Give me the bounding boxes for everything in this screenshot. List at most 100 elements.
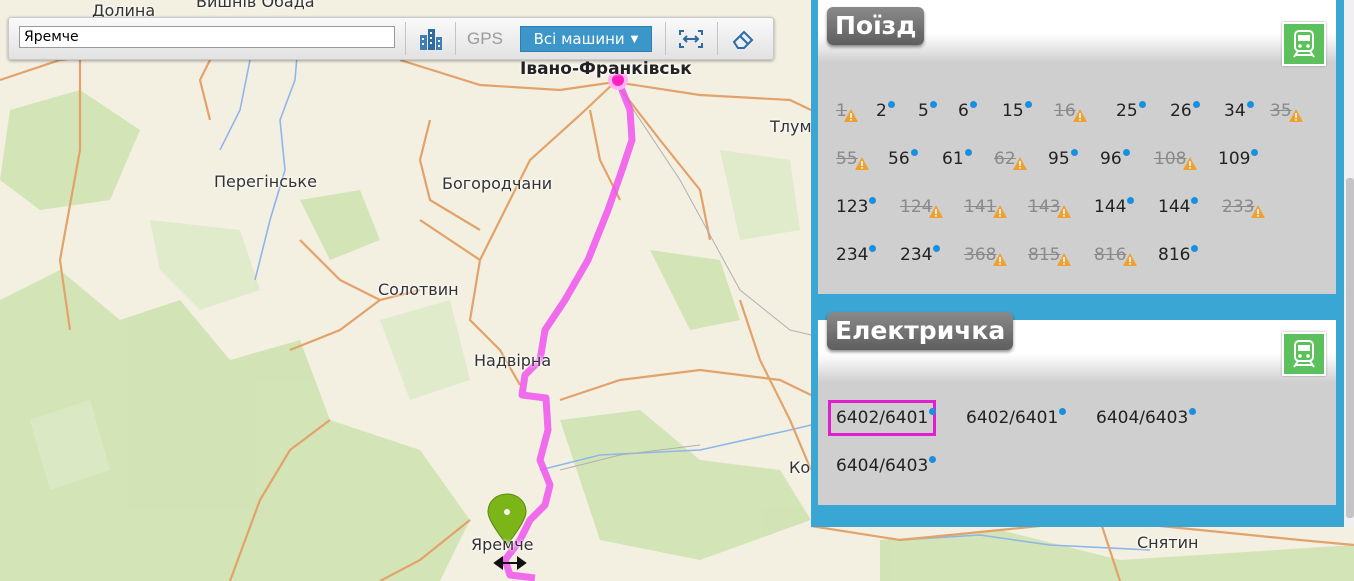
route-item[interactable]: 368 (964, 245, 1007, 266)
all-machines-dropdown[interactable]: Всі машини ▼ (520, 26, 652, 52)
status-dot-icon (869, 245, 876, 252)
route-item[interactable]: 95 (1048, 149, 1078, 169)
map-label-ko: Ко (789, 458, 811, 477)
route-number: 6 (958, 101, 969, 121)
toolbar-divider (717, 22, 718, 55)
buildings-icon (420, 28, 442, 50)
warning-icon (1057, 253, 1071, 266)
route-item[interactable]: 6 (958, 101, 977, 121)
route-item[interactable]: 124 (900, 197, 943, 218)
route-number: 6402/6401 (836, 408, 929, 428)
map-toolbar: GPS Всі машини ▼ (8, 17, 774, 60)
route-number: 816 (1094, 245, 1127, 265)
route-number: 61 (942, 149, 964, 169)
route-item[interactable]: 143 (1028, 197, 1071, 218)
route-item[interactable]: 15 (1002, 101, 1032, 121)
route-item[interactable]: 62 (994, 149, 1027, 170)
route-number: 141 (964, 197, 997, 217)
route-item[interactable]: 25 (1116, 101, 1146, 121)
route-number: 143 (1028, 197, 1061, 217)
map-label-ivano-frankivsk: Івано-Франківськ (520, 59, 692, 79)
warning-icon (1073, 109, 1087, 122)
warning-icon (1251, 205, 1265, 218)
train-section: Поїзд 1 2 5 6 15 16 25 26 34 35 55 56 61 62 95 96 108 109… (818, 0, 1336, 294)
train-type-button[interactable] (1282, 22, 1326, 66)
route-number: 124 (900, 197, 933, 217)
route-number: 6404/6403 (1096, 408, 1189, 428)
map-label-yaremche: Яремче (471, 535, 534, 554)
route-item[interactable]: 6404/6403 (836, 456, 936, 476)
gps-label: GPS (467, 28, 503, 48)
route-item[interactable]: 108 (1154, 149, 1197, 170)
toolbar-divider (455, 22, 456, 55)
status-dot-icon (1193, 101, 1200, 108)
route-number: 2 (876, 101, 887, 121)
route-number: 108 (1154, 149, 1187, 169)
route-item[interactable]: 233 (1222, 197, 1265, 218)
route-item[interactable]: 56 (888, 149, 918, 169)
route-item[interactable]: 16 (1054, 101, 1087, 122)
map-label-bohorodchany: Богородчани (442, 174, 553, 193)
route-item[interactable]: 144 (1094, 197, 1134, 217)
warning-icon (1123, 253, 1137, 266)
panel-scrollbar-thumb[interactable] (1346, 178, 1354, 518)
route-item[interactable]: 109 (1218, 149, 1258, 169)
warning-icon (1183, 157, 1197, 170)
elektrychka-section: Електричка 6402/6401 6402/6401 6404/6403 64… (818, 312, 1336, 505)
route-number: 34 (1224, 101, 1246, 121)
warning-icon (844, 109, 858, 122)
status-dot-icon (1059, 408, 1066, 415)
train-icon (1293, 340, 1315, 368)
route-item[interactable]: 2 (876, 101, 895, 121)
eraser-icon (732, 30, 754, 49)
status-dot-icon (888, 101, 895, 108)
route-item[interactable]: 26 (1170, 101, 1200, 121)
route-number: 15 (1002, 101, 1024, 121)
status-dot-icon (929, 456, 936, 463)
status-dot-icon (929, 408, 936, 415)
warning-icon (993, 205, 1007, 218)
status-dot-icon (1189, 408, 1196, 415)
route-item[interactable]: 144 (1158, 197, 1198, 217)
route-item[interactable]: 96 (1100, 149, 1130, 169)
warning-icon (993, 253, 1007, 266)
route-number: 5 (918, 101, 929, 121)
gps-button[interactable]: GPS (459, 22, 511, 55)
city-buildings-button[interactable] (411, 22, 451, 55)
route-number: 95 (1048, 149, 1070, 169)
route-number: 816 (1158, 245, 1191, 265)
route-item[interactable]: 6402/6401 (966, 408, 1066, 428)
train-section-title: Поїзд (827, 7, 925, 45)
route-item[interactable]: 6402/6401 (827, 400, 937, 436)
route-number: 233 (1222, 197, 1255, 217)
warning-icon (1289, 109, 1303, 122)
route-item[interactable]: 61 (942, 149, 972, 169)
search-input[interactable] (19, 26, 395, 48)
fit-bounds-button[interactable] (671, 22, 711, 55)
route-number: 6402/6401 (966, 408, 1059, 428)
route-item[interactable]: 234 (900, 245, 940, 265)
train-icon (1293, 30, 1315, 58)
machines-label: Всі машини (533, 30, 625, 48)
elektrychka-type-button[interactable] (1282, 332, 1326, 376)
route-item[interactable]: 816 (1094, 245, 1137, 266)
status-dot-icon (869, 197, 876, 204)
route-item[interactable]: 234 (836, 245, 876, 265)
route-item[interactable]: 815 (1028, 245, 1071, 266)
route-item[interactable]: 55 (836, 149, 869, 170)
route-number: 144 (1094, 197, 1127, 217)
route-number: 144 (1158, 197, 1191, 217)
route-item[interactable]: 6404/6403 (1096, 408, 1196, 428)
route-number: 368 (964, 245, 997, 265)
route-item[interactable]: 34 (1224, 101, 1254, 121)
route-item[interactable]: 1 (836, 101, 858, 122)
warning-icon (1013, 157, 1027, 170)
eraser-button[interactable] (723, 22, 763, 55)
route-number: 109 (1218, 149, 1251, 169)
route-item[interactable]: 141 (964, 197, 1007, 218)
route-item[interactable]: 35 (1270, 101, 1303, 122)
route-item[interactable]: 123 (836, 197, 876, 217)
route-item[interactable]: 816 (1158, 245, 1198, 265)
status-dot-icon (1071, 149, 1078, 156)
route-item[interactable]: 5 (918, 101, 937, 121)
